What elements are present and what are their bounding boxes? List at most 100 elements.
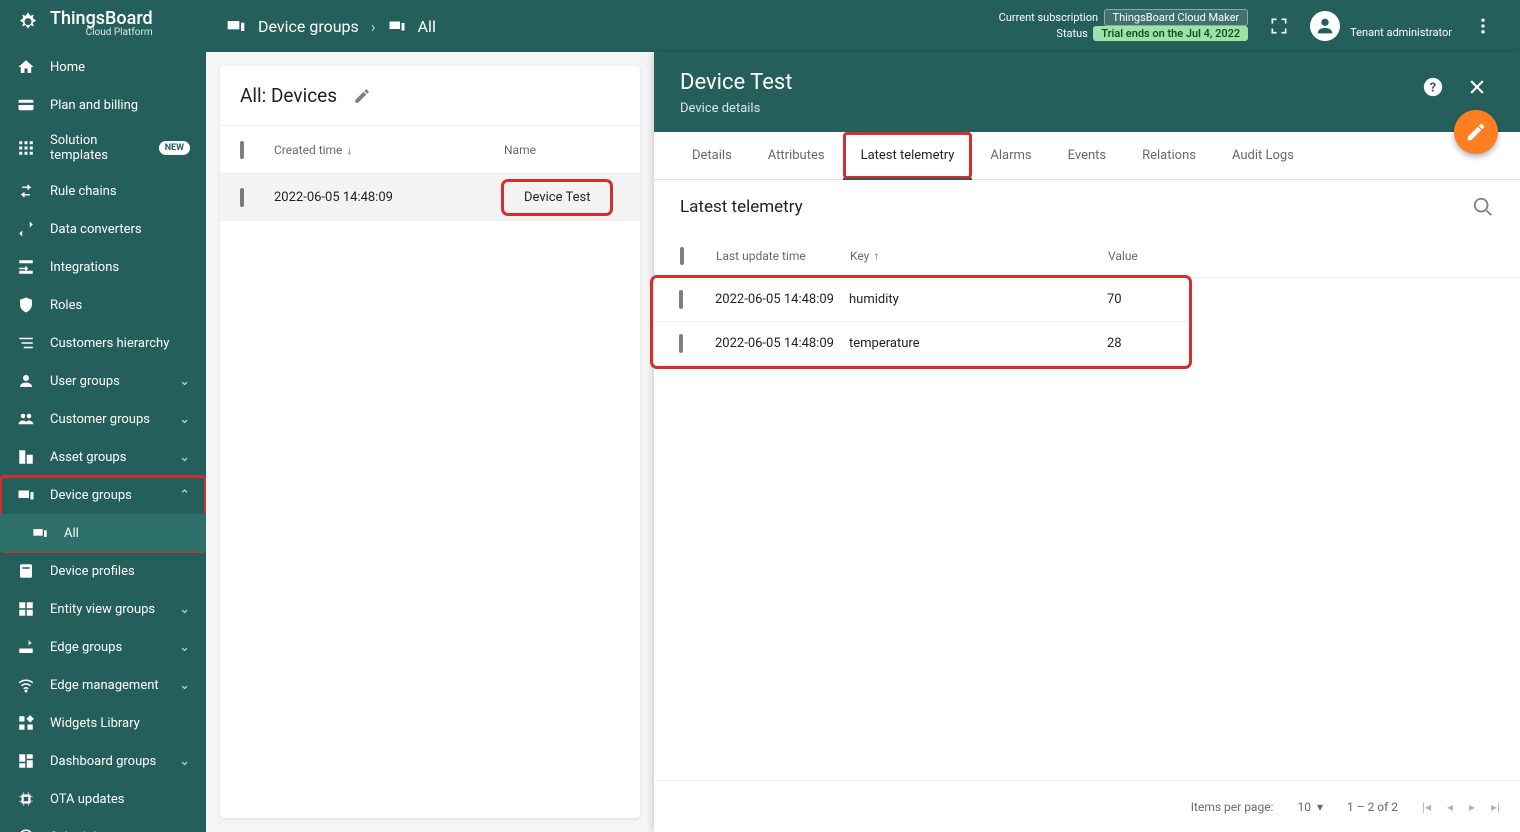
nav-solution-templates[interactable]: Solution templatesNEW xyxy=(0,124,206,172)
nav-scheduler[interactable]: Scheduler xyxy=(0,818,206,832)
dashboard-icon xyxy=(16,751,36,771)
nav-entity-view-groups[interactable]: Entity view groups⌄ xyxy=(0,590,206,628)
topbar: Device groups › All Current subscription… xyxy=(206,0,1520,52)
col-value[interactable]: Value xyxy=(1108,249,1494,263)
next-page-button[interactable]: ▸ xyxy=(1469,800,1475,814)
home-icon xyxy=(16,57,36,77)
nav-dashboard-groups[interactable]: Dashboard groups⌄ xyxy=(0,742,206,780)
cell-key: humidity xyxy=(849,292,1107,307)
chevron-down-icon: ⌄ xyxy=(179,602,190,617)
brand-title: ThingsBoard xyxy=(50,10,153,28)
chevron-down-icon: ⌄ xyxy=(179,450,190,465)
telemetry-header: Last update time Key ↑ Value xyxy=(654,234,1520,278)
highlighted-telemetry-rows: 2022-06-05 14:48:09 humidity 70 2022-06-… xyxy=(653,278,1189,366)
select-all-telemetry-checkbox[interactable] xyxy=(680,247,684,265)
clock-icon xyxy=(16,827,36,832)
nav-plan-billing[interactable]: Plan and billing xyxy=(0,86,206,124)
telemetry-row[interactable]: 2022-06-05 14:48:09 humidity 70 xyxy=(653,278,1189,322)
edit-fab[interactable] xyxy=(1454,110,1498,154)
page-size-select[interactable]: 10 ▾ xyxy=(1297,800,1323,814)
help-button[interactable]: ? xyxy=(1416,70,1450,104)
tab-latest-telemetry[interactable]: Latest telemetry xyxy=(843,132,973,179)
edit-button[interactable] xyxy=(353,87,371,105)
section-title: Latest telemetry xyxy=(680,197,803,217)
nav-edge-groups[interactable]: Edge groups⌄ xyxy=(0,628,206,666)
nav-device-profiles[interactable]: Device profiles xyxy=(0,552,206,590)
nav-ota-updates[interactable]: OTA updates xyxy=(0,780,206,818)
nav-asset-groups[interactable]: Asset groups⌄ xyxy=(0,438,206,476)
tab-events[interactable]: Events xyxy=(1050,132,1124,179)
nav-device-groups-all[interactable]: All xyxy=(0,514,206,552)
credit-card-icon xyxy=(16,95,36,115)
details-title: Device Test xyxy=(680,70,792,95)
tab-attributes[interactable]: Attributes xyxy=(750,132,843,179)
nav-widgets-library[interactable]: Widgets Library xyxy=(0,704,206,742)
svg-text:?: ? xyxy=(1430,81,1436,96)
user-menu[interactable]: Tenant administrator xyxy=(1310,11,1452,41)
col-key[interactable]: Key ↑ xyxy=(850,249,1108,263)
col-name[interactable]: Name xyxy=(504,143,620,157)
close-button[interactable] xyxy=(1460,70,1494,104)
device-list-panel: All: Devices Created time ↓ Name 2022-06… xyxy=(206,52,654,832)
list-title: All: Devices xyxy=(240,84,337,107)
fullscreen-button[interactable] xyxy=(1262,9,1296,43)
hierarchy-icon xyxy=(16,333,36,353)
breadcrumb-item[interactable]: Device groups xyxy=(258,17,359,36)
cell-value: 70 xyxy=(1107,292,1163,307)
nav-roles[interactable]: Roles xyxy=(0,286,206,324)
nav-customers-hierarchy[interactable]: Customers hierarchy xyxy=(0,324,206,362)
telemetry-row[interactable]: 2022-06-05 14:48:09 temperature 28 xyxy=(653,322,1189,366)
nav-integrations[interactable]: Integrations xyxy=(0,248,206,286)
breadcrumb-item[interactable]: All xyxy=(418,17,436,36)
status-chip[interactable]: Trial ends on the Jul 4, 2022 xyxy=(1093,26,1248,41)
row-checkbox[interactable] xyxy=(240,188,244,207)
table-header: Created time ↓ Name xyxy=(220,125,640,173)
arrow-up-icon: ↑ xyxy=(873,249,879,263)
select-all-checkbox[interactable] xyxy=(240,141,244,159)
col-created-time[interactable]: Created time ↓ xyxy=(274,143,504,157)
table-row[interactable]: 2022-06-05 14:48:09 Device Test xyxy=(220,173,640,221)
swap-icon xyxy=(16,181,36,201)
chevron-down-icon: ⌄ xyxy=(179,374,190,389)
subscription-chip[interactable]: ThingsBoard Cloud Maker xyxy=(1104,9,1249,26)
chevron-down-icon: ⌄ xyxy=(179,678,190,693)
cell-value: 28 xyxy=(1107,336,1163,351)
nav-device-groups[interactable]: Device groups⌃ xyxy=(0,476,206,514)
people-icon xyxy=(16,409,36,429)
nav-data-converters[interactable]: Data converters xyxy=(0,210,206,248)
last-page-button[interactable]: ▸| xyxy=(1491,800,1500,814)
nav-edge-management[interactable]: Edge management⌄ xyxy=(0,666,206,704)
devices-icon xyxy=(226,16,246,36)
tab-details[interactable]: Details xyxy=(674,132,750,179)
prev-page-button[interactable]: ◂ xyxy=(1447,800,1453,814)
nav-customer-groups[interactable]: Customer groups⌄ xyxy=(0,400,206,438)
devices-icon xyxy=(388,17,406,35)
cell-created: 2022-06-05 14:48:09 xyxy=(274,190,504,205)
nav-user-groups[interactable]: User groups⌄ xyxy=(0,362,206,400)
devices-icon xyxy=(16,485,36,505)
brand-logo[interactable]: ThingsBoard Cloud Platform xyxy=(0,0,206,48)
row-checkbox[interactable] xyxy=(679,290,683,309)
row-checkbox[interactable] xyxy=(679,334,683,353)
nav-home[interactable]: Home xyxy=(0,48,206,86)
chevron-right-icon: › xyxy=(371,17,376,36)
avatar-icon xyxy=(1310,11,1340,41)
view-icon xyxy=(16,599,36,619)
search-button[interactable] xyxy=(1472,196,1494,218)
tab-audit-logs[interactable]: Audit Logs xyxy=(1214,132,1312,179)
cell-name: Device Test xyxy=(504,182,610,213)
details-subtitle: Device details xyxy=(680,101,792,116)
nav-rule-chains[interactable]: Rule chains xyxy=(0,172,206,210)
tab-relations[interactable]: Relations xyxy=(1124,132,1214,179)
widgets-icon xyxy=(16,713,36,733)
person-icon xyxy=(16,371,36,391)
pager-range: 1 – 2 of 2 xyxy=(1347,800,1398,814)
tab-alarms[interactable]: Alarms xyxy=(972,132,1049,179)
col-last-update[interactable]: Last update time xyxy=(716,249,850,263)
more-button[interactable] xyxy=(1466,9,1500,43)
chevron-down-icon: ⌄ xyxy=(179,640,190,655)
profile-icon xyxy=(16,561,36,581)
input-icon xyxy=(16,257,36,277)
memory-icon xyxy=(16,789,36,809)
first-page-button[interactable]: |◂ xyxy=(1422,800,1431,814)
